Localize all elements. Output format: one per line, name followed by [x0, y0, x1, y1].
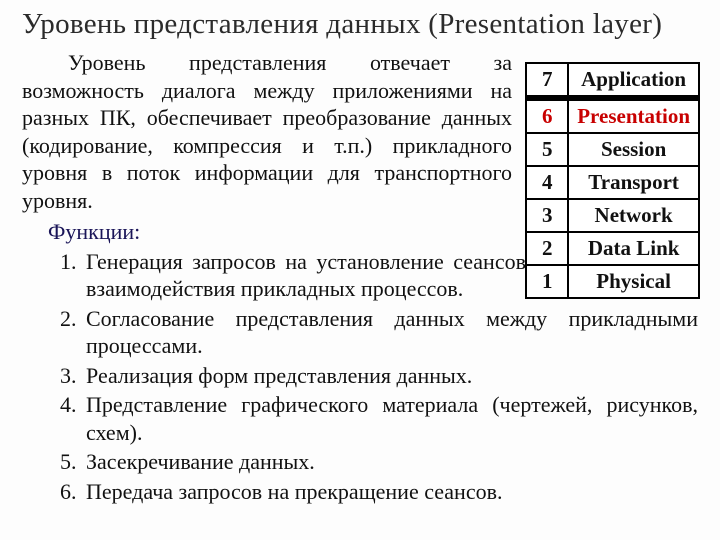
osi-name: Physical — [568, 265, 699, 298]
intro-paragraph: Уровень представления отвечает за возмож… — [22, 49, 512, 214]
intro-text: Уровень представления отвечает за возмож… — [22, 50, 512, 213]
osi-row-3: 3 Network — [526, 199, 699, 232]
osi-table: 7 Application 6 Presentation 5 Session 4… — [525, 62, 700, 299]
osi-name: Presentation — [568, 98, 699, 133]
function-item: Генерация запросов на установление сеанс… — [82, 248, 526, 303]
osi-num: 2 — [526, 232, 568, 265]
osi-name: Application — [568, 63, 699, 98]
osi-num: 7 — [526, 63, 568, 98]
osi-row-6: 6 Presentation — [526, 98, 699, 133]
osi-num: 4 — [526, 166, 568, 199]
osi-row-2: 2 Data Link — [526, 232, 699, 265]
function-item: Согласование представления данных между … — [82, 305, 698, 360]
osi-row-5: 5 Session — [526, 133, 699, 166]
function-item: Засекречивание данных. — [82, 448, 698, 476]
osi-num: 6 — [526, 98, 568, 133]
osi-name: Session — [568, 133, 699, 166]
osi-row-7: 7 Application — [526, 63, 699, 98]
osi-row-4: 4 Transport — [526, 166, 699, 199]
osi-num: 5 — [526, 133, 568, 166]
function-item: Реализация форм представления данных. — [82, 362, 698, 390]
function-item: Представление графического материала (че… — [82, 391, 698, 446]
function-item: Передача запросов на прекращение сеансов… — [82, 478, 698, 506]
osi-row-1: 1 Physical — [526, 265, 699, 298]
osi-name: Data Link — [568, 232, 699, 265]
osi-name: Network — [568, 199, 699, 232]
osi-num: 3 — [526, 199, 568, 232]
osi-num: 1 — [526, 265, 568, 298]
osi-name: Transport — [568, 166, 699, 199]
slide-title: Уровень представления данных (Presentati… — [22, 8, 698, 41]
